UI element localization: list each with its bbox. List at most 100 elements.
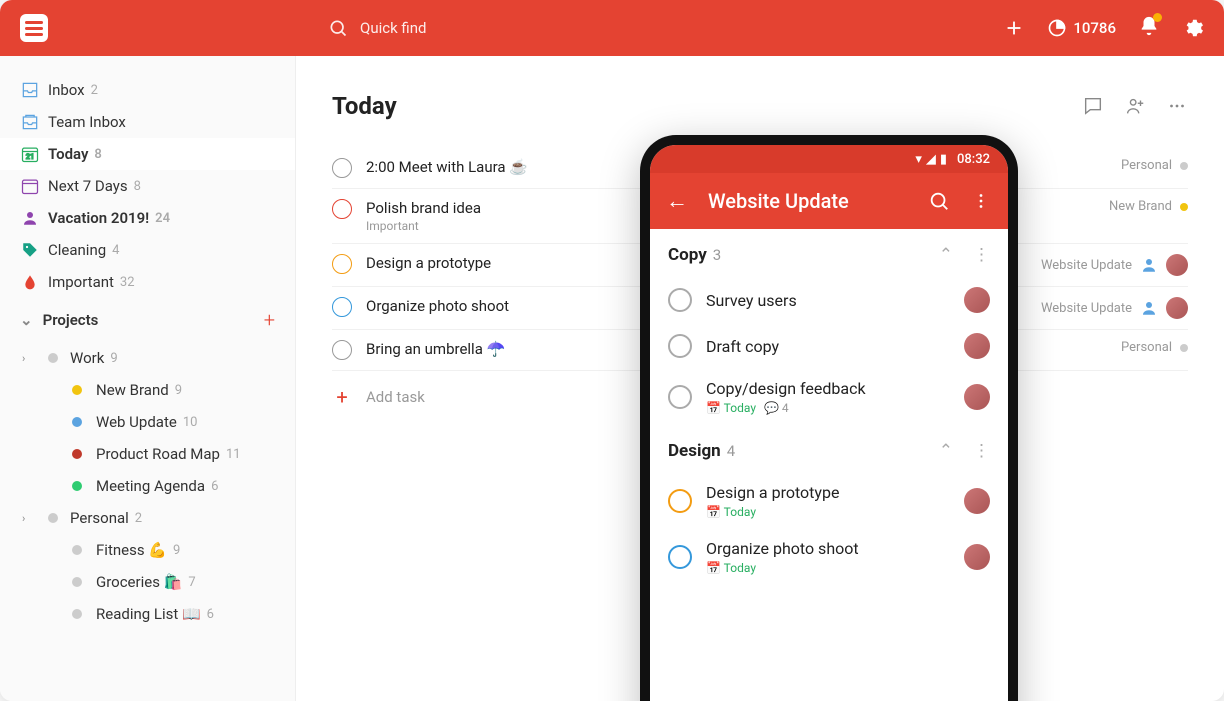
phone-section-header[interactable]: Copy3⌃⋮ bbox=[650, 229, 1008, 277]
add-icon[interactable] bbox=[1003, 17, 1025, 39]
more-vert-icon[interactable]: ⋮ bbox=[973, 245, 990, 265]
sub-project[interactable]: Reading List 📖6 bbox=[0, 598, 295, 630]
sidebar-item-today[interactable]: 21 Today 8 bbox=[0, 138, 295, 170]
sub-project-count: 10 bbox=[183, 415, 198, 430]
task-checkbox[interactable] bbox=[332, 297, 352, 317]
sidebar-label: Cleaning bbox=[48, 241, 106, 259]
sub-project[interactable]: Fitness 💪9 bbox=[0, 534, 295, 566]
sidebar-item-team-inbox[interactable]: Team Inbox bbox=[0, 106, 295, 138]
sub-project-count: 11 bbox=[226, 447, 241, 462]
sub-project[interactable]: Product Road Map11 bbox=[0, 438, 295, 470]
phone-header: ← Website Update bbox=[650, 173, 1008, 229]
task-checkbox[interactable] bbox=[668, 489, 692, 513]
notifications-button[interactable] bbox=[1138, 15, 1160, 41]
chevron-up-icon[interactable]: ⌃ bbox=[939, 245, 953, 265]
sub-project-count: 6 bbox=[211, 479, 218, 494]
search-icon[interactable] bbox=[928, 190, 950, 212]
chevron-right-icon: › bbox=[22, 512, 25, 525]
task-checkbox[interactable] bbox=[332, 254, 352, 274]
phone-status-bar: ▾ ◢ ▮ 08:32 bbox=[650, 145, 1008, 173]
task-title: Organize photo shoot bbox=[706, 539, 950, 558]
task-checkbox[interactable] bbox=[668, 334, 692, 358]
search-icon bbox=[328, 18, 348, 38]
project-label: Work bbox=[70, 349, 104, 367]
sub-project[interactable]: Meeting Agenda6 bbox=[0, 470, 295, 502]
project-dot bbox=[48, 353, 58, 363]
sub-project-label: Web Update bbox=[96, 413, 177, 431]
phone-task-row[interactable]: Survey users bbox=[650, 277, 1008, 323]
phone-task-row[interactable]: Copy/design feedback📅 Today💬 4 bbox=[650, 369, 1008, 425]
notification-dot bbox=[1153, 13, 1162, 22]
comment-icon[interactable] bbox=[1082, 95, 1104, 117]
share-icon[interactable] bbox=[1124, 95, 1146, 117]
phone-task-row[interactable]: Draft copy bbox=[650, 323, 1008, 369]
project-dot bbox=[72, 481, 82, 491]
chevron-up-icon[interactable]: ⌃ bbox=[939, 441, 953, 461]
section-name: Design bbox=[668, 441, 721, 461]
sidebar-item-inbox[interactable]: Inbox 2 bbox=[0, 74, 295, 106]
sidebar-item-cleaning[interactable]: Cleaning 4 bbox=[0, 234, 295, 266]
task-meta: 📅 Today💬 4 bbox=[706, 401, 950, 415]
sub-project-count: 9 bbox=[175, 383, 182, 398]
task-project-label: Personal bbox=[1121, 158, 1172, 173]
projects-label: Projects bbox=[43, 311, 99, 329]
sidebar-item-next7[interactable]: Next 7 Days 8 bbox=[0, 170, 295, 202]
team-inbox-icon bbox=[20, 112, 40, 132]
task-checkbox[interactable] bbox=[332, 199, 352, 219]
more-vert-icon[interactable] bbox=[970, 190, 992, 212]
avatar bbox=[964, 384, 990, 410]
task-project-label: Website Update bbox=[1041, 301, 1132, 316]
phone-task-row[interactable]: Organize photo shoot 📅 Today bbox=[650, 529, 1008, 585]
project-count: 9 bbox=[110, 351, 117, 366]
app-logo[interactable] bbox=[20, 14, 48, 42]
sub-project[interactable]: Web Update 10 bbox=[0, 406, 295, 438]
task-checkbox[interactable] bbox=[668, 288, 692, 312]
project-dot bbox=[72, 609, 82, 619]
phone-mockup: ▾ ◢ ▮ 08:32 ← Website Update Copy3⌃⋮Surv… bbox=[640, 135, 1018, 701]
sidebar-count: 4 bbox=[112, 243, 119, 258]
sub-project[interactable]: Groceries 🛍️7 bbox=[0, 566, 295, 598]
back-icon[interactable]: ← bbox=[666, 188, 688, 214]
phone-time: 08:32 bbox=[957, 152, 990, 167]
sidebar-count: 32 bbox=[120, 275, 135, 290]
search-placeholder: Quick find bbox=[360, 19, 426, 37]
project-dot bbox=[48, 513, 58, 523]
karma-value: 10786 bbox=[1073, 19, 1116, 37]
task-title: Draft copy bbox=[706, 337, 950, 356]
more-vert-icon[interactable]: ⋮ bbox=[973, 441, 990, 461]
avatar bbox=[964, 544, 990, 570]
task-checkbox[interactable] bbox=[668, 545, 692, 569]
project-work[interactable]: › Work 9 bbox=[0, 342, 295, 374]
sidebar-label: Important bbox=[48, 273, 114, 291]
battery-icon: ▮ bbox=[940, 152, 947, 167]
task-checkbox[interactable] bbox=[332, 158, 352, 178]
svg-text:21: 21 bbox=[26, 152, 35, 161]
phone-section-header[interactable]: Design4⌃⋮ bbox=[650, 425, 1008, 473]
task-checkbox[interactable] bbox=[668, 385, 692, 409]
karma-icon bbox=[1047, 18, 1067, 38]
sidebar-item-important[interactable]: Important 32 bbox=[0, 266, 295, 298]
karma-counter[interactable]: 10786 bbox=[1047, 18, 1116, 38]
assignee-icon bbox=[1140, 256, 1158, 274]
search-input[interactable]: Quick find bbox=[328, 18, 426, 38]
projects-header[interactable]: ⌄ Projects + bbox=[0, 298, 295, 342]
project-dot bbox=[72, 385, 82, 395]
phone-title: Website Update bbox=[708, 189, 928, 213]
project-dot bbox=[72, 417, 82, 427]
wifi-icon: ▾ bbox=[915, 152, 922, 167]
sidebar-item-vacation[interactable]: Vacation 2019! 24 bbox=[0, 202, 295, 234]
task-meta: 📅 Today bbox=[706, 561, 950, 575]
more-icon[interactable] bbox=[1166, 95, 1188, 117]
today-icon: 21 bbox=[20, 144, 40, 164]
sidebar-count: 24 bbox=[155, 211, 170, 226]
add-project-button[interactable]: + bbox=[264, 308, 275, 332]
project-personal[interactable]: › Personal 2 bbox=[0, 502, 295, 534]
sub-project[interactable]: New Brand 9 bbox=[0, 374, 295, 406]
phone-task-row[interactable]: Design a prototype📅 Today bbox=[650, 473, 1008, 529]
sub-project-label: Reading List 📖 bbox=[96, 605, 201, 623]
task-checkbox[interactable] bbox=[332, 340, 352, 360]
sub-project-label: New Brand bbox=[96, 381, 169, 399]
person-icon bbox=[20, 209, 40, 227]
project-dot bbox=[1180, 203, 1188, 211]
gear-icon[interactable] bbox=[1182, 17, 1204, 39]
